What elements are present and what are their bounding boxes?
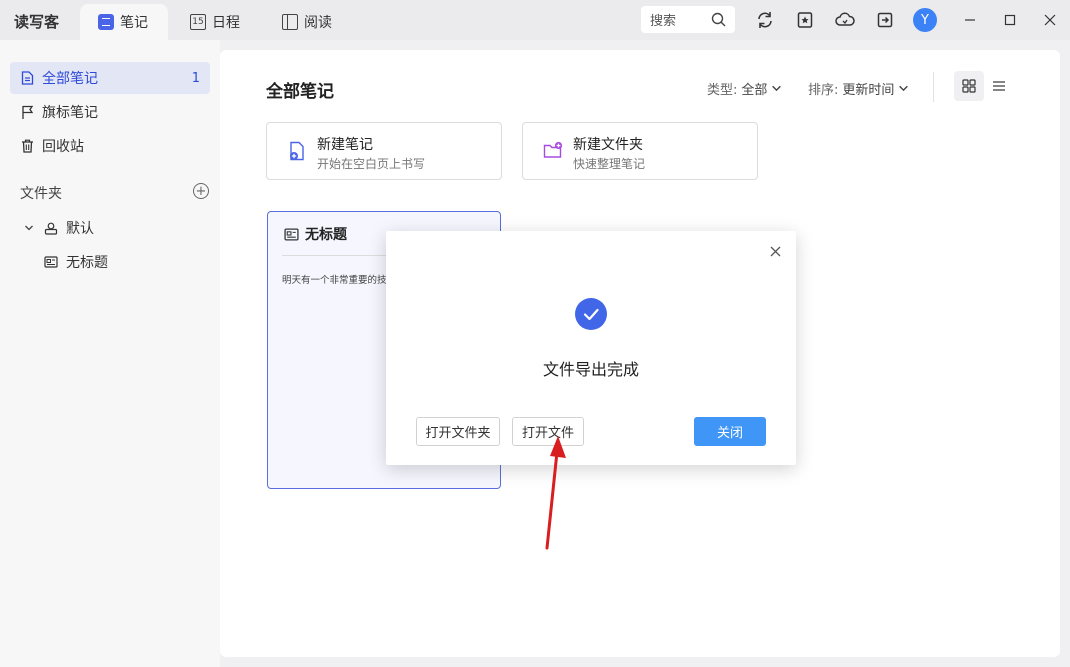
tab-notes[interactable]: 笔记 — [80, 4, 168, 40]
folder-label: 默认 — [66, 221, 94, 237]
annotation-arrow — [545, 436, 566, 550]
tab-label: 笔记 — [120, 15, 148, 31]
note-title: 无标题 — [305, 227, 347, 243]
tab-label: 日程 — [212, 15, 240, 31]
new-folder-icon — [543, 141, 563, 158]
title-bar: 读写客 笔记 15 日程 阅读 搜索 Y — [0, 0, 1070, 40]
folder-default[interactable]: 默认 — [16, 212, 210, 244]
grid-view-icon[interactable] — [954, 71, 984, 101]
folder-note-untitled[interactable]: 无标题 — [34, 246, 210, 278]
chevron-down-icon — [899, 85, 909, 92]
chevron-down-icon — [22, 221, 36, 235]
type-filter-label: 类型: — [707, 83, 738, 98]
star-note-icon[interactable] — [795, 10, 815, 30]
sidebar-item-trash[interactable]: 回收站 — [10, 130, 210, 162]
sidebar-item-flagged[interactable]: 旗标笔记 — [10, 96, 210, 128]
cloud-icon[interactable] — [835, 10, 855, 30]
chevron-down-icon — [772, 85, 782, 92]
maximize-icon[interactable] — [1000, 10, 1020, 30]
note-card-header: 无标题 — [284, 224, 347, 244]
page-title: 全部笔记 — [266, 82, 334, 102]
window-close-icon[interactable] — [1040, 10, 1060, 30]
dialog-message: 文件导出完成 — [542, 360, 639, 379]
note-card-icon — [284, 228, 299, 240]
sync-icon[interactable] — [755, 10, 775, 30]
new-note-icon — [290, 141, 304, 161]
note-preview: 明天有一个非常重要的技 — [282, 275, 387, 286]
book-icon — [282, 14, 298, 30]
sidebar: 全部笔记 1 旗标笔记 回收站 文件夹 + 默认 无标题 — [0, 40, 220, 667]
add-folder-icon[interactable]: + — [193, 183, 209, 199]
action-title: 新建文件夹 — [573, 137, 643, 153]
open-folder-button[interactable]: 打开文件夹 — [416, 417, 500, 446]
tab-read[interactable]: 阅读 — [264, 4, 352, 40]
type-filter[interactable]: 类型: 全部 — [707, 79, 782, 98]
trash-icon — [20, 139, 34, 153]
success-check-icon — [575, 298, 607, 330]
action-title: 新建笔记 — [317, 137, 373, 153]
new-note-button[interactable]: 新建笔记 开始在空白页上书写 — [266, 122, 502, 180]
type-filter-value: 全部 — [741, 83, 768, 98]
flag-icon — [20, 105, 34, 119]
minimize-icon[interactable] — [960, 10, 980, 30]
sidebar-item-label: 全部笔记 — [42, 71, 98, 87]
export-complete-dialog: 文件导出完成 打开文件夹 打开文件 关闭 — [386, 231, 796, 465]
new-folder-button[interactable]: 新建文件夹 快速整理笔记 — [522, 122, 758, 180]
sidebar-item-all-notes[interactable]: 全部笔记 1 — [10, 62, 210, 94]
note-count: 1 — [191, 70, 200, 86]
calendar-15-icon: 15 — [190, 14, 206, 30]
search-box[interactable]: 搜索 — [641, 6, 735, 33]
document-icon — [20, 71, 34, 85]
sidebar-item-label: 回收站 — [42, 139, 84, 155]
close-button[interactable]: 关闭 — [694, 417, 766, 446]
app-name: 读写客 — [14, 13, 60, 31]
list-view-icon[interactable] — [984, 71, 1014, 101]
sort-filter-label: 排序: — [808, 83, 839, 98]
search-icon — [711, 12, 726, 27]
user-avatar[interactable]: Y — [913, 8, 937, 32]
sidebar-item-label: 旗标笔记 — [42, 105, 98, 121]
tab-label: 阅读 — [304, 15, 332, 31]
action-subtitle: 开始在空白页上书写 — [317, 157, 426, 171]
folders-heading: 文件夹 — [20, 186, 62, 202]
notes-icon — [98, 14, 114, 30]
person-folder-icon — [44, 221, 58, 235]
sort-filter-value: 更新时间 — [842, 83, 895, 98]
toolbar-divider — [933, 72, 934, 102]
search-label: 搜索 — [650, 14, 677, 29]
dialog-close-icon[interactable] — [767, 243, 783, 259]
note-card-icon — [44, 255, 58, 269]
tab-schedule[interactable]: 15 日程 — [172, 4, 262, 40]
action-subtitle: 快速整理笔记 — [573, 157, 646, 171]
folder-note-label: 无标题 — [66, 255, 108, 271]
export-icon[interactable] — [875, 10, 895, 30]
sort-filter[interactable]: 排序: 更新时间 — [808, 79, 909, 98]
